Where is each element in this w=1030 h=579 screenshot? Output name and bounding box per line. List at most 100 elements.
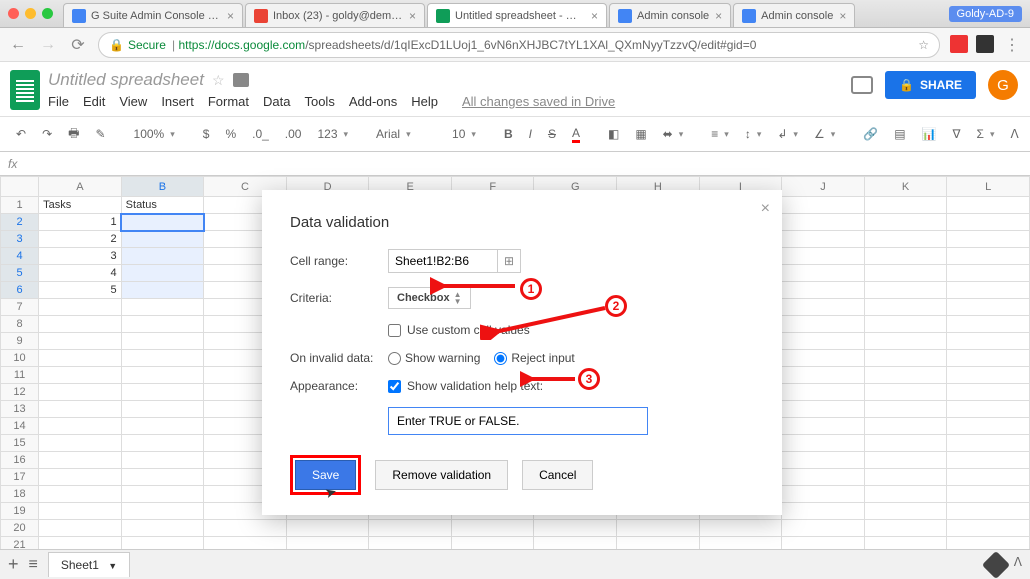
cell[interactable] <box>947 350 1030 367</box>
cell[interactable] <box>864 299 947 316</box>
cell[interactable] <box>864 469 947 486</box>
cell[interactable] <box>121 316 204 333</box>
cell[interactable] <box>782 503 865 520</box>
cell[interactable] <box>782 316 865 333</box>
star-icon[interactable]: ☆ <box>212 72 225 89</box>
cancel-button[interactable]: Cancel <box>522 460 593 490</box>
sheets-logo-icon[interactable] <box>10 70 40 110</box>
select-all-cell[interactable] <box>1 177 39 197</box>
cell[interactable] <box>864 333 947 350</box>
reload-icon[interactable]: ⟳ <box>68 35 88 55</box>
cell[interactable] <box>369 520 452 537</box>
menu-icon[interactable]: ⋮ <box>1002 35 1022 55</box>
cell[interactable]: Tasks <box>39 197 122 214</box>
cell[interactable] <box>39 418 122 435</box>
merge-icon[interactable]: ⬌ <box>657 123 690 145</box>
cell[interactable] <box>947 418 1030 435</box>
cell[interactable] <box>864 197 947 214</box>
extension-icon[interactable] <box>950 35 968 53</box>
row-header[interactable]: 4 <box>1 248 39 265</box>
close-tab-icon[interactable]: × <box>839 9 846 23</box>
col-header[interactable]: J <box>782 177 865 197</box>
cell[interactable] <box>864 316 947 333</box>
cell[interactable] <box>864 231 947 248</box>
cell[interactable] <box>864 265 947 282</box>
toolbar-overflow-icon[interactable]: ᐱ <box>1004 123 1024 145</box>
text-color-icon[interactable]: A <box>566 122 586 147</box>
wrap-icon[interactable]: ↲ <box>771 123 804 145</box>
close-tab-icon[interactable]: × <box>227 9 234 23</box>
cell[interactable]: 3 <box>39 248 122 265</box>
row-header[interactable]: 5 <box>1 265 39 282</box>
cell[interactable] <box>121 248 204 265</box>
row-header[interactable]: 3 <box>1 231 39 248</box>
menu-file[interactable]: File <box>48 94 69 109</box>
cell[interactable] <box>947 265 1030 282</box>
row-header[interactable]: 7 <box>1 299 39 316</box>
cell[interactable] <box>121 282 204 299</box>
menu-view[interactable]: View <box>119 94 147 109</box>
sheet-tab[interactable]: Sheet1 ▼ <box>48 552 130 577</box>
currency-icon[interactable]: $ <box>197 123 216 145</box>
row-header[interactable]: 18 <box>1 486 39 503</box>
explore-icon[interactable] <box>982 550 1010 578</box>
cell[interactable] <box>121 452 204 469</box>
cell[interactable] <box>947 469 1030 486</box>
cell[interactable] <box>782 265 865 282</box>
browser-tab[interactable]: Inbox (23) - goldy@demo.g× <box>245 3 425 27</box>
cell[interactable]: 5 <box>39 282 122 299</box>
cell[interactable] <box>39 503 122 520</box>
remove-validation-button[interactable]: Remove validation <box>375 460 508 490</box>
print-icon[interactable]: 🖶 <box>62 120 85 149</box>
cell[interactable] <box>782 282 865 299</box>
cell[interactable] <box>947 282 1030 299</box>
functions-icon[interactable]: Σ <box>971 123 1001 145</box>
cell[interactable] <box>121 214 204 231</box>
row-header[interactable]: 20 <box>1 520 39 537</box>
cell[interactable] <box>947 299 1030 316</box>
close-icon[interactable]: × <box>761 200 770 218</box>
row-header[interactable]: 10 <box>1 350 39 367</box>
cell[interactable] <box>864 418 947 435</box>
cell[interactable] <box>782 197 865 214</box>
formula-bar[interactable]: fx <box>0 152 1030 176</box>
number-format-select[interactable]: 123 <box>311 123 354 145</box>
menu-edit[interactable]: Edit <box>83 94 105 109</box>
bold-icon[interactable]: B <box>498 123 519 145</box>
cell[interactable] <box>864 401 947 418</box>
row-header[interactable]: 6 <box>1 282 39 299</box>
browser-tab[interactable]: Untitled spreadsheet - Goo× <box>427 3 607 27</box>
cell[interactable] <box>947 197 1030 214</box>
chevron-down-icon[interactable]: ▼ <box>108 561 117 571</box>
row-header[interactable]: 11 <box>1 367 39 384</box>
url-field[interactable]: 🔒 Secure | https://docs.google.com/sprea… <box>98 32 940 58</box>
cell[interactable] <box>864 282 947 299</box>
add-sheet-icon[interactable]: + <box>8 554 19 575</box>
cell[interactable] <box>782 214 865 231</box>
cell[interactable] <box>39 333 122 350</box>
cell[interactable] <box>39 452 122 469</box>
close-tab-icon[interactable]: × <box>409 9 416 23</box>
star-icon[interactable]: ☆ <box>918 38 929 52</box>
reject-input-radio[interactable]: Reject input <box>494 351 574 365</box>
decrease-decimal-icon[interactable]: .0_ <box>246 123 275 145</box>
cell[interactable] <box>782 469 865 486</box>
cell[interactable] <box>782 299 865 316</box>
cell-range-input[interactable] <box>388 249 498 273</box>
show-warning-radio[interactable]: Show warning <box>388 351 480 365</box>
help-text-input[interactable] <box>388 407 648 435</box>
cell[interactable] <box>121 367 204 384</box>
valign-icon[interactable]: ↕ <box>739 123 768 145</box>
cell[interactable] <box>947 231 1030 248</box>
cell[interactable] <box>947 486 1030 503</box>
cell[interactable] <box>39 435 122 452</box>
redo-icon[interactable]: ↷ <box>36 123 58 145</box>
menu-data[interactable]: Data <box>263 94 290 109</box>
cell[interactable]: Status <box>121 197 204 214</box>
italic-icon[interactable]: I <box>523 123 538 145</box>
filter-icon[interactable]: ∇ <box>946 123 966 145</box>
cell[interactable] <box>782 384 865 401</box>
back-icon[interactable]: ← <box>8 36 28 54</box>
row-header[interactable]: 13 <box>1 401 39 418</box>
cell[interactable] <box>782 486 865 503</box>
